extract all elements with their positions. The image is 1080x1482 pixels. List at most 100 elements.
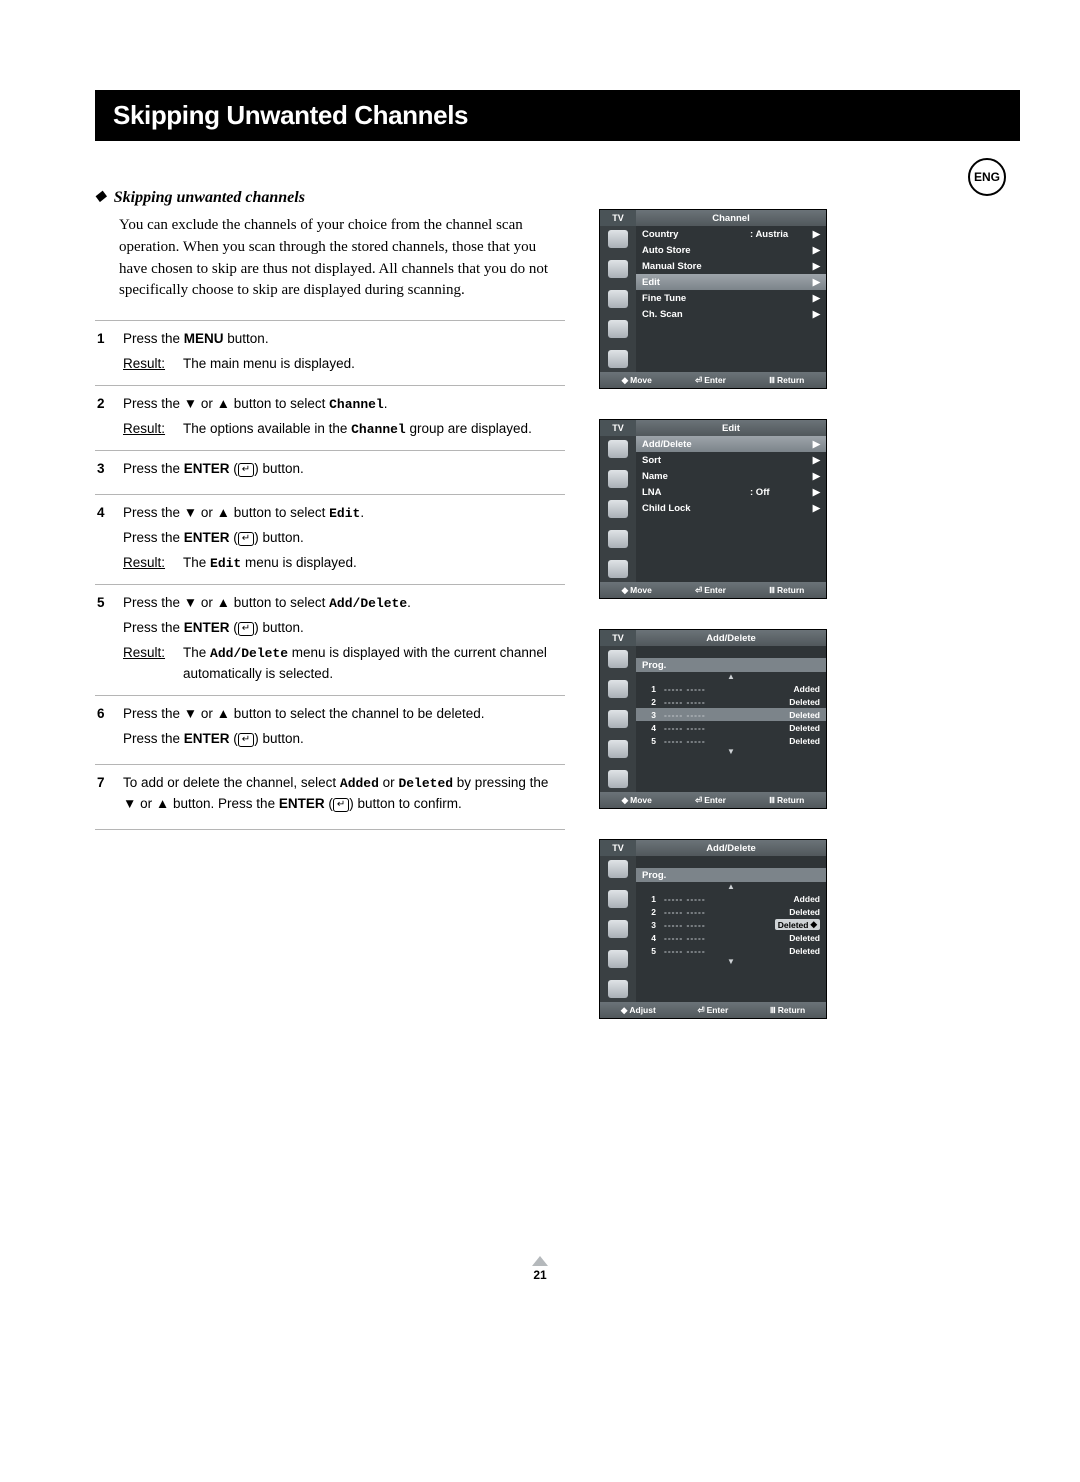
osd-rows: Country: Austria▶Auto Store▶Manual Store…: [636, 226, 826, 372]
result-label: Result:: [123, 553, 183, 574]
osd-menu-row: Child Lock▶: [636, 500, 826, 516]
step-1: 1 Press the MENU button. Result: The mai…: [95, 320, 565, 385]
osd-prog-row: 3----- -----Deleted: [636, 708, 826, 721]
osd-footer: ◆Move ⏎Enter ⅢReturn: [600, 792, 826, 808]
step-text: Press the MENU button.: [123, 329, 565, 350]
osd-footer: ◆Move ⏎Enter ⅢReturn: [600, 372, 826, 388]
osd-icon: [608, 680, 628, 698]
osd-rows: Add/Delete▶Sort▶Name▶LNA: Off▶Child Lock…: [636, 436, 826, 582]
osd-title: Edit: [636, 420, 826, 436]
page-number-text: 21: [533, 1268, 546, 1282]
language-badge: ENG: [968, 158, 1006, 196]
step-text: Press the ENTER (↵) button.: [123, 729, 565, 750]
osd-footer: ◆Adjust ⏎Enter ⅢReturn: [600, 1002, 826, 1018]
diamond-icon: ◆: [95, 190, 106, 204]
osd-icon: [608, 290, 628, 308]
osd-menu-row: Edit▶: [636, 274, 826, 290]
osd-menu-row: Add/Delete▶: [636, 436, 826, 452]
osd-tv-label: TV: [600, 840, 636, 856]
step-text: Press the ▼ or ▲ button to select Edit.: [123, 503, 565, 524]
osd-tv-label: TV: [600, 210, 636, 226]
step-5: 5 Press the ▼ or ▲ button to select Add/…: [95, 584, 565, 695]
osd-icon: [608, 560, 628, 578]
osd-icon: [608, 500, 628, 518]
osd-prog-header: Prog.: [636, 658, 826, 672]
result-label: Result:: [123, 419, 183, 440]
osd-menu-row: Fine Tune▶: [636, 290, 826, 306]
step-7: 7 To add or delete the channel, select A…: [95, 764, 565, 830]
step-text: Press the ENTER (↵) button.: [123, 459, 565, 480]
enter-icon: ↵: [238, 463, 254, 477]
osd-adddelete-adjust: TV Add/Delete Prog. ▲ 1--: [599, 839, 827, 1019]
step-number: 4: [95, 503, 123, 574]
step-text: Press the ▼ or ▲ button to select Add/De…: [123, 593, 565, 614]
osd-icon: [608, 350, 628, 368]
osd-icon: [608, 740, 628, 758]
instructions-column: ◆ Skipping unwanted channels You can excl…: [95, 189, 565, 1019]
osd-prog-row: 1----- -----Added: [636, 682, 826, 695]
scroll-up-icon: ▲: [636, 882, 826, 892]
page-number: 21: [532, 1256, 548, 1282]
result-text: The main menu is displayed.: [183, 354, 565, 375]
osd-icon-strip: [600, 856, 636, 1002]
osd-icon: [608, 890, 628, 908]
osd-icon: [608, 980, 628, 998]
result-text: The options available in the Channel gro…: [183, 419, 565, 440]
osd-channel-menu: TV Channel Country: Austria▶Auto Store▶M…: [599, 209, 827, 389]
osd-icon-strip: [600, 646, 636, 792]
osd-menu-row: Ch. Scan▶: [636, 306, 826, 322]
osd-title: Add/Delete: [636, 840, 826, 856]
osd-rows: Prog. ▲ 1----- -----Added2----- -----Del…: [636, 646, 826, 792]
subtitle-text: Skipping unwanted channels: [114, 189, 305, 206]
osd-icon: [608, 440, 628, 458]
step-number: 5: [95, 593, 123, 685]
osd-tv-label: TV: [600, 420, 636, 436]
step-text: Press the ▼ or ▲ button to select the ch…: [123, 704, 565, 725]
osd-edit-menu: TV Edit Add/Delete▶Sort▶Name▶LNA: Off▶Ch…: [599, 419, 827, 599]
step-text: Press the ▼ or ▲ button to select Channe…: [123, 394, 565, 415]
osd-prog-row: 5----- -----Deleted: [636, 734, 826, 747]
enter-icon: ↵: [238, 622, 254, 636]
osd-icon: [608, 470, 628, 488]
step-2: 2 Press the ▼ or ▲ button to select Chan…: [95, 385, 565, 450]
step-number: 3: [95, 459, 123, 484]
osd-prog-row: 5----- -----Deleted: [636, 944, 826, 957]
osd-menu-row: Country: Austria▶: [636, 226, 826, 242]
osd-title: Add/Delete: [636, 630, 826, 646]
steps-list: 1 Press the MENU button. Result: The mai…: [95, 320, 565, 830]
subtitle: ◆ Skipping unwanted channels: [95, 189, 565, 207]
osd-icon: [608, 950, 628, 968]
osd-icon: [608, 860, 628, 878]
result-text: The Edit menu is displayed.: [183, 553, 565, 574]
step-3: 3 Press the ENTER (↵) button.: [95, 450, 565, 494]
osd-prog-header: Prog.: [636, 868, 826, 882]
osd-menu-row: Sort▶: [636, 452, 826, 468]
scroll-up-icon: ▲: [636, 672, 826, 682]
enter-icon: ↵: [333, 798, 349, 812]
intro-text: You can exclude the channels of your cho…: [119, 215, 565, 302]
osd-icon: [608, 770, 628, 788]
step-number: 6: [95, 704, 123, 754]
step-number: 7: [95, 773, 123, 819]
osd-rows: Prog. ▲ 1----- -----Added2----- -----Del…: [636, 856, 826, 1002]
step-text: To add or delete the channel, select Add…: [123, 773, 565, 815]
osd-footer: ◆Move ⏎Enter ⅢReturn: [600, 582, 826, 598]
step-4: 4 Press the ▼ or ▲ button to select Edit…: [95, 494, 565, 584]
osd-icon-strip: [600, 226, 636, 372]
scroll-down-icon: ▼: [636, 747, 826, 757]
title-block: Skipping Unwanted Channels: [95, 90, 1020, 141]
osd-icon: [608, 650, 628, 668]
osd-icon: [608, 710, 628, 728]
osd-menu-row: Manual Store▶: [636, 258, 826, 274]
osd-menu-row: Name▶: [636, 468, 826, 484]
osd-prog-row: 3----- -----Deleted ◆: [636, 918, 826, 931]
step-number: 2: [95, 394, 123, 440]
osd-menu-row: Auto Store▶: [636, 242, 826, 258]
scroll-down-icon: ▼: [636, 957, 826, 967]
enter-icon: ↵: [238, 532, 254, 546]
osd-icon: [608, 230, 628, 248]
osd-menu-row: LNA: Off▶: [636, 484, 826, 500]
osd-prog-row: 2----- -----Deleted: [636, 905, 826, 918]
page-title: Skipping Unwanted Channels: [97, 92, 1018, 139]
osd-icon: [608, 920, 628, 938]
